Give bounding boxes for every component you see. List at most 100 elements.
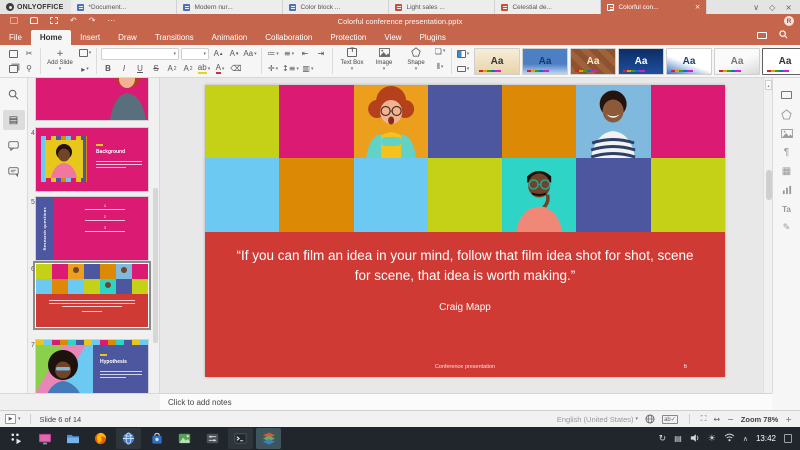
grid-color-cell-11[interactable] bbox=[427, 158, 503, 232]
slide-thumbnail-5[interactable]: Research questions 1 2 3 bbox=[36, 197, 148, 260]
increase-indent-icon[interactable]: ⇥ bbox=[314, 47, 328, 60]
clock[interactable]: 13:42 bbox=[756, 434, 776, 443]
grid-color-cell-9[interactable] bbox=[279, 158, 354, 232]
change-case-icon[interactable]: Aa ▾ bbox=[243, 47, 257, 60]
image-button[interactable]: Image ▾ bbox=[369, 45, 399, 76]
quote-author[interactable]: Craig Mapp bbox=[205, 302, 725, 313]
theme-thumbnail-2[interactable]: Aa bbox=[522, 47, 568, 75]
font-size-select[interactable]: ▾ bbox=[181, 47, 209, 60]
thumbnail-scrollbar[interactable] bbox=[153, 188, 158, 343]
shape-settings-icon[interactable] bbox=[776, 107, 798, 121]
chat-panel-icon[interactable] bbox=[3, 162, 25, 182]
volume-icon[interactable] bbox=[690, 433, 700, 445]
menu-tab-protection[interactable]: Protection bbox=[321, 30, 375, 45]
change-slide-icon[interactable]: ▸ ▾ bbox=[78, 63, 92, 76]
quote-text[interactable]: “If you can film an idea in your mind, f… bbox=[235, 246, 695, 287]
slide-thumbnail-3[interactable]: Meet the presenter bbox=[36, 78, 148, 120]
current-slide[interactable]: “If you can film an idea in your mind, f… bbox=[205, 85, 725, 377]
fit-to-width-icon[interactable]: ↔ bbox=[713, 415, 720, 424]
underline-icon[interactable]: U bbox=[133, 62, 147, 75]
search-icon[interactable] bbox=[779, 30, 788, 41]
set-language-icon[interactable] bbox=[645, 414, 655, 424]
user-avatar[interactable]: R bbox=[784, 16, 794, 26]
paste-icon[interactable] bbox=[6, 47, 20, 60]
doc-tab-5[interactable]: Celestial de... bbox=[495, 0, 602, 14]
spellcheck-icon[interactable]: ab✓ bbox=[662, 414, 678, 424]
taskbar-web-browser-icon[interactable] bbox=[116, 428, 141, 449]
add-slide-button[interactable]: + Add Slide ▾ bbox=[45, 46, 75, 77]
sync-icon[interactable]: ↻ bbox=[659, 434, 667, 444]
bold-icon[interactable]: B bbox=[101, 62, 115, 75]
doc-tab-3[interactable]: Color block ... bbox=[283, 0, 390, 14]
clipboard-icon[interactable]: ▤ bbox=[674, 434, 682, 443]
tray-expand-icon[interactable]: ∧ bbox=[743, 435, 748, 443]
menu-tab-file[interactable]: File bbox=[0, 30, 31, 45]
theme-thumbnail-4[interactable]: Aa bbox=[618, 47, 664, 75]
notes-placeholder[interactable]: Click to add notes bbox=[168, 398, 232, 407]
menu-tab-animation[interactable]: Animation bbox=[203, 30, 257, 45]
language-selector[interactable]: English (United States) ▾ bbox=[557, 415, 638, 424]
cut-icon[interactable]: ✂ bbox=[22, 47, 36, 60]
taskbar-onlyoffice-icon[interactable] bbox=[256, 428, 281, 449]
bullets-icon[interactable]: ≔ ▾ bbox=[266, 47, 280, 60]
theme-thumbnail-3[interactable]: Aa bbox=[570, 47, 616, 75]
start-slideshow-button[interactable]: ▶ ▾ bbox=[5, 414, 21, 424]
decrease-indent-icon[interactable]: ⇤ bbox=[298, 47, 312, 60]
grid-color-cell-1[interactable] bbox=[205, 85, 280, 158]
grid-photo-cell-smiling-woman[interactable] bbox=[576, 85, 651, 158]
signature-settings-icon[interactable]: ✎ bbox=[776, 221, 798, 235]
slide-thumbnail-4[interactable]: Background bbox=[36, 128, 148, 191]
doc-tab-4[interactable]: Light sales ... bbox=[389, 0, 496, 14]
doc-tab-2[interactable]: Modern nur... bbox=[177, 0, 284, 14]
copy-icon[interactable] bbox=[6, 62, 20, 75]
numbering-icon[interactable]: ≡ ▾ bbox=[282, 47, 296, 60]
grid-color-cell-10[interactable] bbox=[353, 158, 428, 232]
decrease-font-icon[interactable]: A ▾ bbox=[227, 47, 241, 60]
scroll-up-icon[interactable]: ▴ bbox=[765, 80, 772, 90]
image-settings-icon[interactable] bbox=[776, 126, 798, 140]
textart-settings-icon[interactable]: Ta bbox=[776, 202, 798, 216]
highlight-color-icon[interactable]: ab ▾ bbox=[197, 62, 211, 75]
open-file-location-icon[interactable] bbox=[757, 31, 767, 41]
undo-icon[interactable]: ↶ bbox=[70, 17, 77, 25]
strikethrough-icon[interactable]: S bbox=[149, 62, 163, 75]
align-shape-icon[interactable]: ⫴ ▾ bbox=[433, 61, 447, 74]
grid-color-cell-4[interactable] bbox=[427, 85, 503, 158]
slide-settings-icon[interactable] bbox=[776, 88, 798, 102]
theme-thumbnail-1[interactable]: Aa bbox=[474, 47, 520, 75]
menu-tab-transitions[interactable]: Transitions bbox=[146, 30, 203, 45]
zoom-level[interactable]: Zoom 78% bbox=[741, 415, 779, 424]
clear-style-icon[interactable]: ⌫ bbox=[229, 62, 243, 75]
taskbar-display-icon[interactable] bbox=[32, 428, 57, 449]
restore-icon[interactable]: ◇ bbox=[769, 3, 775, 12]
more-actions-icon[interactable]: ⋯ bbox=[107, 17, 115, 25]
grid-photo-cell-thinking-man[interactable] bbox=[502, 158, 577, 232]
superscript-icon[interactable]: A2 bbox=[165, 62, 179, 75]
slide-size-icon[interactable]: ▾ bbox=[456, 62, 470, 75]
text-box-button[interactable]: T Text Box ▾ bbox=[337, 45, 367, 76]
font-color-icon[interactable]: A ▾ bbox=[213, 62, 227, 75]
grid-photo-cell-redhead-woman[interactable] bbox=[353, 85, 428, 158]
zoom-in-icon[interactable]: + bbox=[785, 415, 792, 424]
font-name-select[interactable]: ▾ bbox=[101, 47, 179, 60]
line-spacing-icon[interactable]: ↕≡ ▾ bbox=[282, 62, 299, 75]
table-settings-icon[interactable]: ▦ bbox=[776, 164, 798, 178]
grid-color-cell-7[interactable] bbox=[650, 85, 725, 158]
menu-tab-home[interactable]: Home bbox=[30, 30, 72, 45]
menu-tab-plugins[interactable]: Plugins bbox=[411, 30, 455, 45]
wifi-icon[interactable] bbox=[724, 433, 735, 444]
italic-icon[interactable]: I bbox=[117, 62, 131, 75]
horizontal-align-icon[interactable]: ✛ ▾ bbox=[266, 62, 280, 75]
subscript-icon[interactable]: A2 bbox=[181, 62, 195, 75]
editor-vertical-scrollbar[interactable]: ▴ bbox=[763, 78, 772, 393]
taskbar-software-store-icon[interactable] bbox=[144, 428, 169, 449]
doc-tab-1[interactable]: *Document... bbox=[71, 0, 178, 14]
notes-bar[interactable]: Click to add notes bbox=[160, 393, 772, 410]
quick-print-icon[interactable] bbox=[50, 16, 58, 26]
paragraph-settings-icon[interactable]: ¶ bbox=[776, 145, 798, 159]
theme-thumbnail-5[interactable]: Aa bbox=[666, 47, 712, 75]
taskbar-file-manager-icon[interactable] bbox=[60, 428, 85, 449]
menu-tab-draw[interactable]: Draw bbox=[109, 30, 146, 45]
grid-color-cell-5[interactable] bbox=[502, 85, 577, 158]
taskbar-app-launcher-icon[interactable] bbox=[4, 428, 29, 449]
